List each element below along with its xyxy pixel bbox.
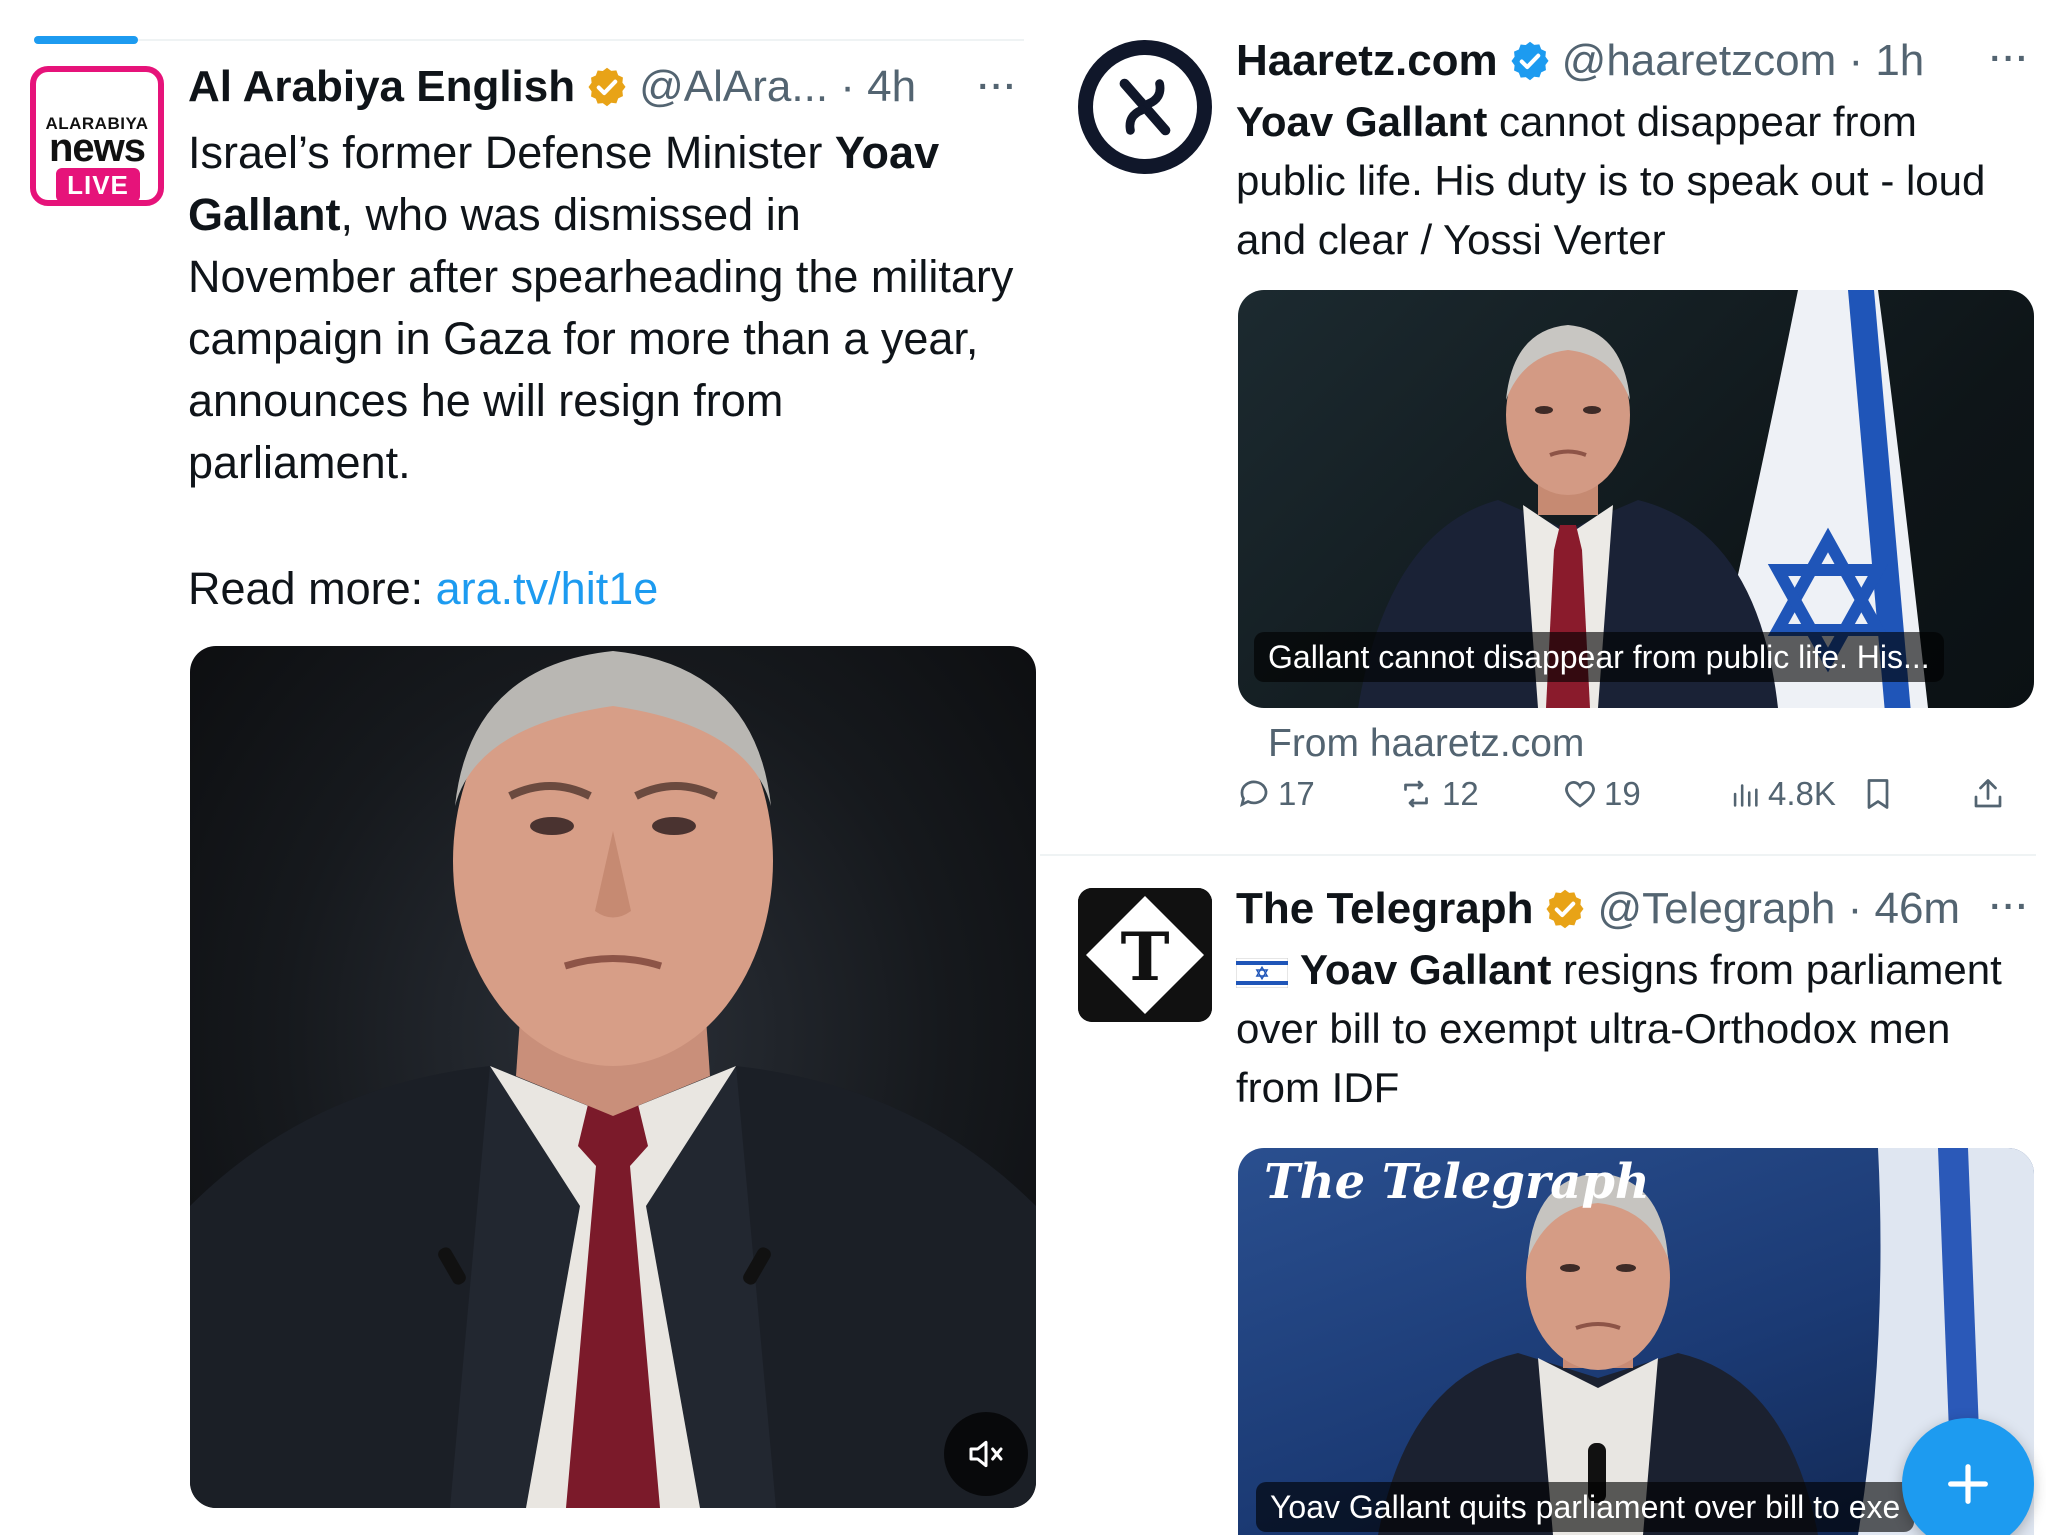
haaretz-body: Yoav Gallant cannot disappear from publi…: [1236, 92, 2016, 269]
repost-button[interactable]: 12: [1396, 775, 1479, 813]
read-more-line: Read more: ara.tv/hit1e: [188, 558, 658, 620]
read-more-link[interactable]: ara.tv/hit1e: [436, 563, 659, 614]
card-caption: Gallant cannot disappear from public lif…: [1254, 632, 1944, 682]
plus-icon: [1948, 1464, 1988, 1504]
body-bold-name: Yoav Gallant: [1300, 946, 1552, 993]
reply-button[interactable]: 17: [1236, 775, 1315, 813]
haaretz-header: Haaretz.com @haaretzcom · 1h: [1236, 34, 1924, 88]
verified-blue-icon: [1511, 41, 1549, 81]
haaretz-avatar[interactable]: [1078, 40, 1212, 174]
avatar-live-badge: LIVE: [56, 168, 140, 202]
telegraph-avatar[interactable]: T: [1078, 888, 1212, 1022]
israel-flag-icon: [1235, 957, 1289, 989]
card-caption: Yoav Gallant quits parliament over bill …: [1256, 1482, 1915, 1532]
haaretz-aleph-logo: [1119, 78, 1171, 136]
display-name[interactable]: Al Arabiya English: [188, 60, 575, 114]
views-chart-icon: [1733, 784, 1758, 807]
speaker-muted-icon: [969, 1440, 1003, 1468]
read-more-label: Read more:: [188, 563, 436, 614]
share-icon: [1974, 779, 2002, 808]
more-options-icon[interactable]: ···: [1990, 888, 2030, 927]
reply-count: 17: [1278, 775, 1315, 812]
handle-and-time[interactable]: @Telegraph · 46m: [1597, 882, 1960, 936]
like-button[interactable]: 19: [1562, 775, 1641, 813]
svg-text:T: T: [1120, 918, 1169, 996]
verified-gold-icon: [588, 67, 626, 107]
display-name[interactable]: The Telegraph: [1236, 882, 1533, 936]
tweet-divider: [1040, 854, 2036, 856]
telegraph-logo: T: [1078, 888, 1212, 1022]
mute-toggle-button[interactable]: [944, 1412, 1028, 1496]
like-count: 19: [1604, 775, 1641, 812]
loading-progress-bar: [34, 36, 138, 44]
heart-icon: [1565, 781, 1595, 808]
reply-icon: [1239, 780, 1268, 808]
body-bold-name: Yoav Gallant: [1236, 98, 1488, 145]
person-video-frame: [190, 651, 1036, 1508]
telegraph-header: The Telegraph @Telegraph · 46m: [1236, 882, 1960, 936]
haaretz-link-card[interactable]: Gallant cannot disappear from public lif…: [1238, 290, 2034, 708]
card-source[interactable]: From haaretz.com: [1268, 722, 1584, 766]
tweet-body: Israel’s former Defense Minister Yoav Ga…: [188, 122, 1018, 494]
alarabiya-avatar[interactable]: ALARABIYA news LIVE: [30, 66, 164, 206]
haaretz-avatar-inner: [1093, 55, 1197, 159]
bookmark-icon: [1867, 779, 1889, 809]
avatar-brand-news: news: [48, 126, 146, 170]
display-name[interactable]: Haaretz.com: [1236, 34, 1498, 88]
bookmark-button[interactable]: [1860, 776, 1896, 812]
handle-and-time[interactable]: @haaretzcom · 1h: [1562, 34, 1925, 88]
view-count: 4.8K: [1768, 775, 1836, 812]
body-text-start: Israel’s former Defense Minister: [188, 127, 835, 178]
verified-gold-icon: [1546, 889, 1584, 929]
telegraph-body: Yoav Gallant resigns from parliament ove…: [1235, 940, 2026, 1117]
repost-count: 12: [1442, 775, 1479, 812]
card-masthead: The Telegraph: [1264, 1154, 1650, 1210]
tweet-video[interactable]: [190, 646, 1036, 1508]
share-button[interactable]: [1970, 776, 2006, 812]
more-options-icon[interactable]: ···: [978, 68, 1018, 107]
handle-and-time[interactable]: @AlAra... · 4h: [639, 60, 916, 114]
repost-icon: [1404, 780, 1428, 808]
top-divider: [138, 39, 1024, 41]
views-button[interactable]: 4.8K: [1728, 775, 1836, 813]
tweet-header: Al Arabiya English @AlAra... · 4h: [188, 60, 916, 114]
more-options-icon[interactable]: ···: [1990, 40, 2030, 79]
